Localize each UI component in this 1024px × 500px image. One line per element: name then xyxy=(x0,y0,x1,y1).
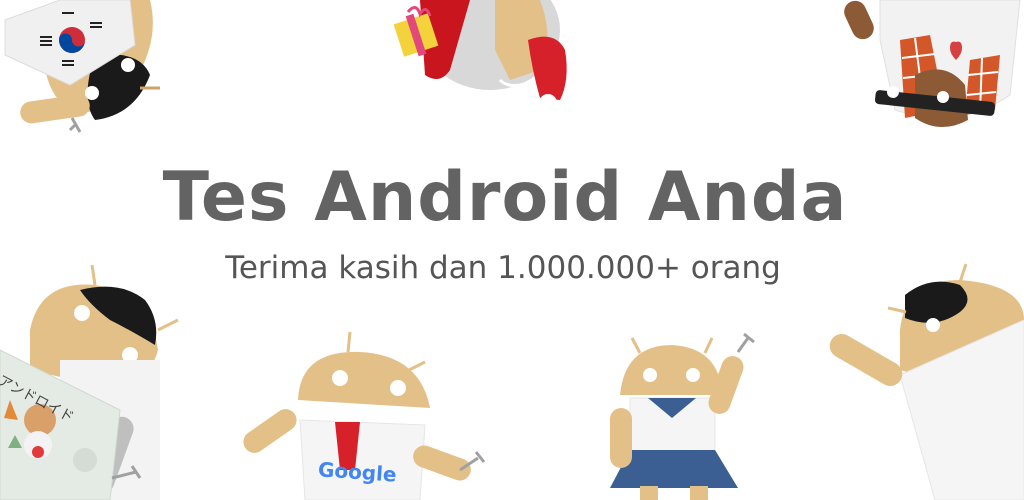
banner-title: Tes Android Anda xyxy=(162,158,848,237)
banner: アンドロイド Google Tes Android Anda Terima ka… xyxy=(0,0,1024,500)
android-right-body xyxy=(829,263,1024,500)
banner-subtitle: Terima kasih dan 1.000.000+ orang xyxy=(225,250,781,286)
